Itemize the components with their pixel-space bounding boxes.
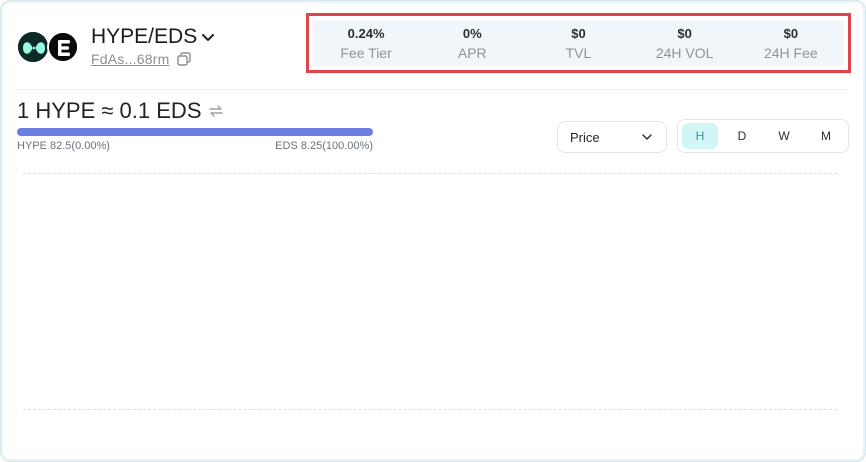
address-row: FdAs...68rm — [91, 51, 192, 67]
tab-week[interactable]: W — [766, 123, 802, 149]
exchange-rate-text: 1 HYPE ≈ 0.1 EDS — [17, 98, 202, 123]
stat-value: $0 — [677, 25, 692, 41]
token-icons — [17, 31, 87, 65]
tab-month[interactable]: M — [808, 123, 844, 149]
chart-type-select[interactable]: Price — [557, 121, 667, 153]
tab-day[interactable]: D — [724, 123, 760, 149]
stat-24h-vol: $0 24H VOL — [635, 26, 735, 61]
pair-name: HYPE/EDS — [91, 25, 198, 48]
stat-label: TVL — [565, 44, 592, 61]
pool-stats-highlight: 0.24% Fee Tier 0% APR $0 TVL $0 24H VOL … — [306, 13, 851, 73]
chevron-down-icon — [642, 134, 652, 140]
stat-value: $0 — [571, 25, 586, 41]
pool-address-link[interactable]: FdAs...68rm — [91, 51, 169, 67]
stat-value: 0.24% — [347, 25, 385, 41]
stat-label: APR — [457, 44, 487, 61]
chevron-down-icon — [202, 34, 215, 41]
tab-hour[interactable]: H — [682, 123, 718, 149]
stat-24h-fee: $0 24H Fee — [741, 26, 841, 61]
stat-label: Fee Tier — [340, 44, 392, 61]
stat-value: $0 — [783, 25, 799, 41]
chart-gridline-top — [23, 173, 837, 174]
pair-header: HYPE/EDS FdAs...68rm — [17, 23, 297, 73]
exchange-rate: 1 HYPE ≈ 0.1 EDS — [17, 98, 224, 124]
pool-card: HYPE/EDS FdAs...68rm 0.24% Fee Tier 0% A… — [0, 0, 866, 462]
stat-label: 24H VOL — [655, 44, 714, 61]
stat-value: 0% — [462, 25, 482, 41]
chart-type-value: Price — [570, 129, 600, 145]
stat-apr: 0% APR — [422, 26, 522, 61]
stat-tvl: $0 TVL — [528, 26, 628, 61]
eds-logo-icon — [47, 31, 79, 63]
header-divider — [17, 89, 849, 90]
copy-icon[interactable] — [177, 52, 192, 66]
eds-amount: EDS 8.25(100.00%) — [275, 140, 373, 152]
timeframe-tabs: H D W M — [677, 119, 849, 153]
pair-selector[interactable]: HYPE/EDS — [91, 25, 217, 49]
swap-arrows-icon[interactable] — [208, 103, 224, 119]
stat-fee-tier: 0.24% Fee Tier — [316, 26, 416, 61]
stat-label: 24H Fee — [763, 44, 818, 61]
chart-gridline-bottom — [23, 409, 837, 410]
pool-stats: 0.24% Fee Tier 0% APR $0 TVL $0 24H VOL … — [313, 20, 844, 66]
hype-amount: HYPE 82.5(0.00%) — [17, 140, 110, 152]
hyperliquid-logo-icon — [17, 31, 49, 63]
liquidity-ratio-labels: HYPE 82.5(0.00%) EDS 8.25(100.00%) — [17, 140, 373, 152]
liquidity-ratio-bar — [17, 128, 373, 136]
